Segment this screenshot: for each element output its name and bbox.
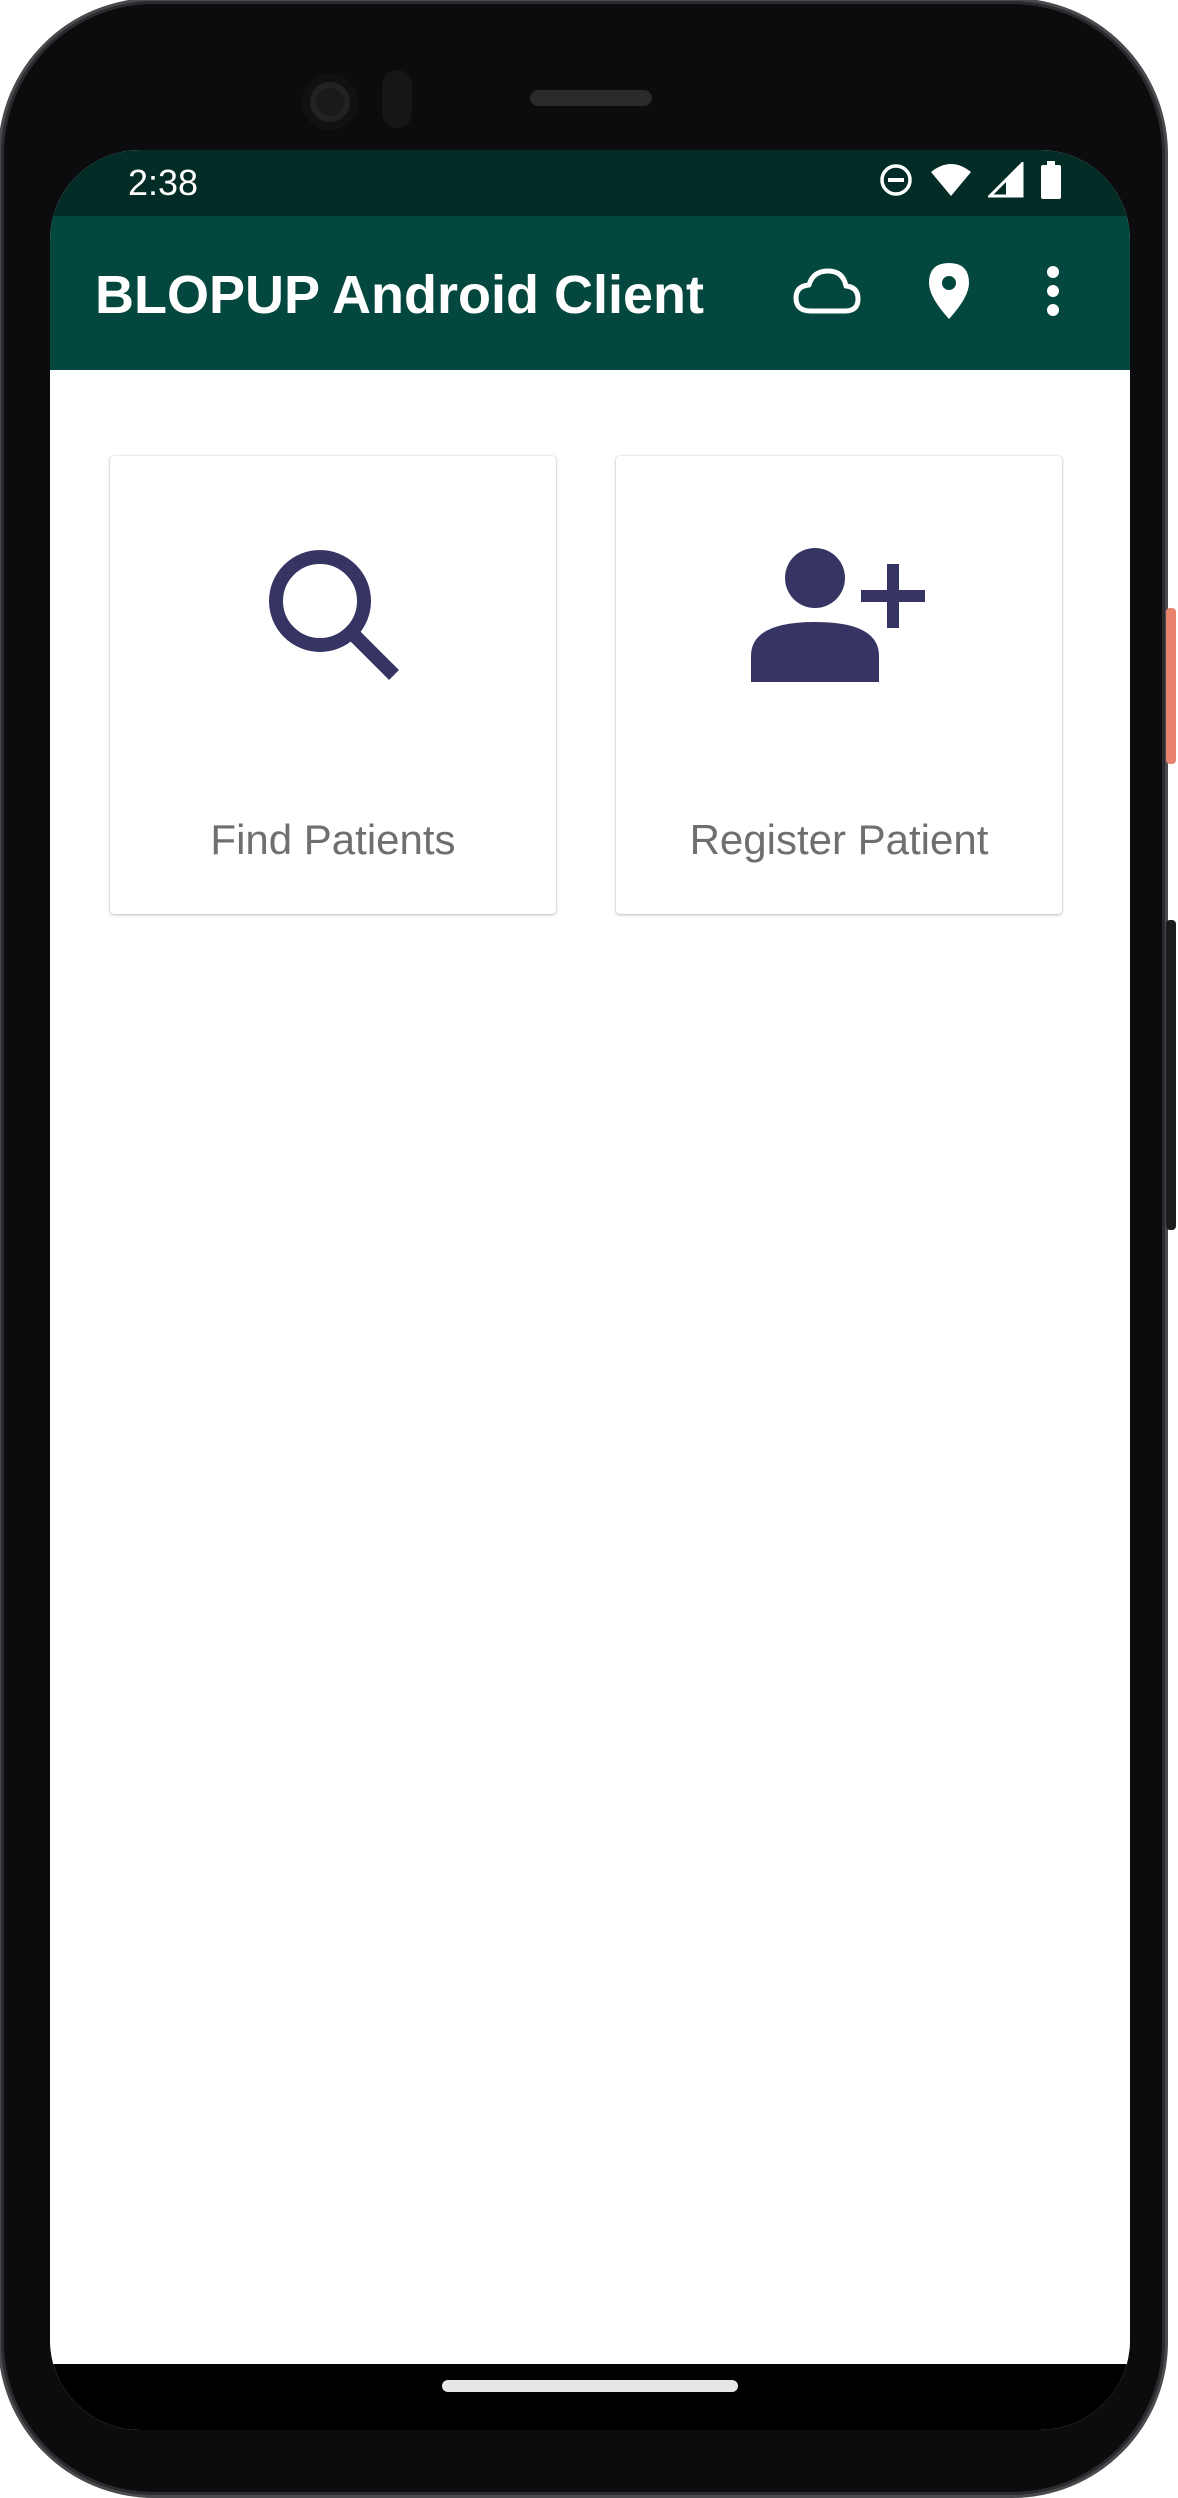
proximity-sensor — [382, 70, 412, 128]
search-icon — [258, 539, 408, 694]
home-gesture-handle[interactable] — [442, 2380, 738, 2392]
person-add-icon — [749, 544, 929, 689]
find-patients-tile[interactable]: Find Patients — [110, 456, 556, 914]
navigation-bar — [50, 2364, 1130, 2430]
battery-icon — [1040, 160, 1062, 204]
more-vert-icon — [1045, 265, 1061, 321]
signal-icon — [986, 159, 1024, 203]
location-pin-icon — [927, 261, 971, 326]
app-bar: BLOPUP Android Client — [50, 216, 1130, 370]
app-title: BLOPUP Android Client — [95, 265, 705, 325]
front-camera — [302, 74, 358, 130]
register-patient-tile[interactable]: Register Patient — [616, 456, 1062, 914]
find-patients-label: Find Patients — [210, 816, 456, 863]
wifi-icon — [930, 162, 972, 203]
phone-frame: 2:38 BLOPUP Android Client Find Patients… — [4, 4, 1162, 2492]
overflow-menu-button[interactable] — [1012, 252, 1094, 334]
dashboard: Find Patients Register Patient — [50, 370, 1130, 2370]
location-button[interactable] — [908, 252, 990, 334]
sync-button[interactable] — [786, 252, 868, 334]
register-patient-label: Register Patient — [689, 816, 989, 863]
status-bar: 2:38 — [50, 150, 1130, 216]
screen: 2:38 BLOPUP Android Client Find Patients… — [50, 150, 1130, 2430]
status-time: 2:38 — [128, 162, 199, 203]
power-button — [1166, 608, 1176, 764]
device: 2:38 BLOPUP Android Client Find Patients… — [0, 0, 1178, 2498]
cloud-icon — [793, 267, 861, 320]
volume-button — [1166, 920, 1176, 1230]
do-not-disturb-icon — [878, 162, 914, 203]
earpiece-speaker — [530, 90, 652, 106]
status-icons — [878, 159, 1062, 204]
